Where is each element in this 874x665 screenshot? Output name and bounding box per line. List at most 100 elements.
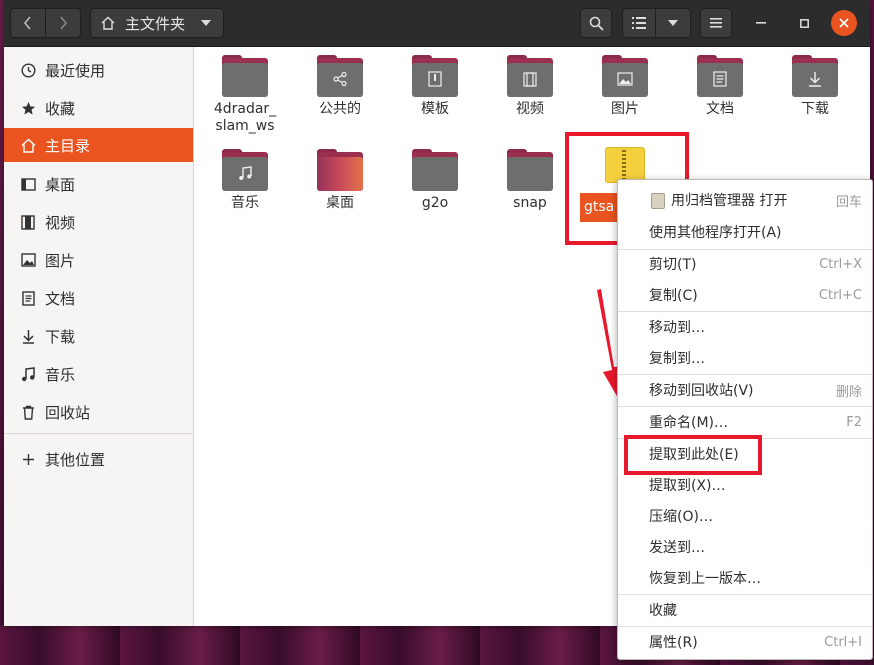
- menu-item-label: 移动到…: [649, 320, 705, 336]
- menu-item-accel: Ctrl+I: [824, 634, 862, 650]
- file-name: 模板: [421, 101, 449, 117]
- search-icon: [589, 16, 604, 31]
- view-options-button[interactable]: [655, 8, 691, 38]
- close-button[interactable]: [831, 10, 857, 36]
- folder-document-icon: [697, 55, 743, 97]
- menu-item-restore-previous-version[interactable]: 恢复到上一版本…: [618, 563, 872, 593]
- back-button[interactable]: [10, 8, 46, 38]
- sidebar-item-label: 桌面: [45, 175, 76, 194]
- sidebar-item-trash[interactable]: 回收站: [4, 395, 193, 429]
- star-icon: [20, 100, 36, 116]
- sidebar-item-label: 图片: [45, 251, 76, 270]
- file-name: 4dradar_ slam_ws: [213, 101, 277, 134]
- sidebar-item-label: 收藏: [45, 99, 76, 118]
- menu-item-label: 使用其他程序打开(A): [649, 225, 782, 241]
- chevron-left-icon: [23, 16, 31, 30]
- file-item[interactable]: 公共的: [295, 55, 385, 118]
- file-name: 音乐: [231, 195, 259, 211]
- sidebar: 最近使用 收藏 主目录 桌面 视频 图片 文档 下载 音乐 回收站 其他位置: [4, 47, 194, 626]
- menu-item-compress[interactable]: 压缩(O)…: [618, 501, 872, 531]
- path-bar-home[interactable]: 主文件夹: [90, 8, 224, 38]
- sidebar-item-downloads[interactable]: 下载: [4, 319, 193, 353]
- home-icon: [20, 137, 36, 153]
- menu-item-label: 收藏: [649, 603, 677, 619]
- archive-manager-icon: [651, 193, 665, 209]
- folder-image-icon: [602, 55, 648, 97]
- menu-item-accel: F2: [846, 414, 862, 430]
- sidebar-item-other-locations[interactable]: 其他位置: [4, 442, 193, 476]
- file-name: g2o: [421, 195, 449, 211]
- sidebar-item-label: 文档: [45, 289, 76, 308]
- file-item[interactable]: g2o: [390, 149, 480, 212]
- menu-item-accel: Ctrl+X: [819, 256, 862, 272]
- menu-item-properties[interactable]: 属性(R) Ctrl+I: [618, 627, 872, 657]
- sidebar-item-home[interactable]: 主目录: [4, 128, 193, 162]
- menu-item-rename[interactable]: 重命名(M)… F2: [618, 407, 872, 437]
- search-button[interactable]: [580, 8, 612, 38]
- sidebar-item-label: 音乐: [45, 365, 76, 384]
- forward-button[interactable]: [45, 8, 81, 38]
- view-list-button[interactable]: [622, 8, 656, 38]
- sidebar-item-starred[interactable]: 收藏: [4, 91, 193, 125]
- image-icon: [20, 252, 36, 268]
- file-item[interactable]: 文档: [675, 55, 765, 118]
- file-item[interactable]: 音乐: [200, 149, 290, 212]
- hamburger-icon: [710, 18, 722, 28]
- desktop-icon: [20, 176, 36, 192]
- file-item[interactable]: snap: [485, 149, 575, 212]
- sidebar-item-pictures[interactable]: 图片: [4, 243, 193, 277]
- sidebar-item-recent[interactable]: 最近使用: [4, 53, 193, 87]
- file-name: 桌面: [326, 195, 354, 211]
- file-item[interactable]: 模板: [390, 55, 480, 118]
- folder-share-icon: [317, 55, 363, 97]
- menu-item-send-to[interactable]: 发送到…: [618, 532, 872, 562]
- file-item[interactable]: 下载: [770, 55, 860, 118]
- menu-button[interactable]: [700, 8, 732, 38]
- context-menu: 用归档管理器 打开 回车 使用其他程序打开(A) 剪切(T) Ctrl+X 复制…: [617, 179, 873, 660]
- file-item[interactable]: 图片: [580, 55, 670, 118]
- trash-icon: [20, 404, 36, 420]
- folder-desktop-icon: [317, 149, 363, 191]
- menu-item-star[interactable]: 收藏: [618, 595, 872, 625]
- sidebar-item-videos[interactable]: 视频: [4, 205, 193, 239]
- menu-item-label: 提取到(X)…: [649, 478, 726, 494]
- file-name: 下载: [801, 101, 829, 117]
- menu-item-open-with-other[interactable]: 使用其他程序打开(A): [618, 217, 872, 247]
- caret-down-icon: [201, 20, 212, 26]
- sidebar-item-label: 下载: [45, 327, 76, 346]
- sidebar-item-desktop[interactable]: 桌面: [4, 167, 193, 201]
- file-name: 视频: [516, 101, 544, 117]
- file-item[interactable]: 桌面: [295, 149, 385, 212]
- menu-item-open-with-archive-manager[interactable]: 用归档管理器 打开 回车: [618, 185, 872, 215]
- sidebar-item-music[interactable]: 音乐: [4, 357, 193, 391]
- sidebar-item-label: 视频: [45, 213, 76, 232]
- menu-item-accel: 删除: [835, 384, 862, 400]
- music-icon: [20, 366, 36, 382]
- menu-item-label: 压缩(O)…: [649, 509, 713, 525]
- folder-icon: [412, 149, 458, 191]
- folder-icon: [222, 55, 268, 97]
- menu-item-label: 移动到回收站(V): [649, 383, 754, 399]
- file-item[interactable]: 4dradar_ slam_ws: [200, 55, 290, 135]
- menu-item-copy[interactable]: 复制(C) Ctrl+C: [618, 280, 872, 310]
- sidebar-item-label: 回收站: [45, 403, 91, 422]
- sidebar-divider: [4, 433, 193, 434]
- file-item[interactable]: 视频: [485, 55, 575, 118]
- folder-music-icon: [222, 149, 268, 191]
- menu-item-move-to[interactable]: 移动到…: [618, 312, 872, 342]
- menu-item-move-to-trash[interactable]: 移动到回收站(V) 删除: [618, 375, 872, 405]
- sidebar-item-documents[interactable]: 文档: [4, 281, 193, 315]
- close-icon: [839, 18, 849, 28]
- file-name: 图片: [611, 101, 639, 117]
- maximize-button[interactable]: [791, 10, 817, 36]
- menu-item-label: 用归档管理器 打开: [671, 193, 788, 209]
- minimize-button[interactable]: [748, 10, 774, 36]
- menu-item-label: 属性(R): [649, 635, 698, 651]
- menu-item-label: 复制到…: [649, 351, 705, 367]
- menu-item-cut[interactable]: 剪切(T) Ctrl+X: [618, 249, 872, 279]
- menu-item-copy-to[interactable]: 复制到…: [618, 343, 872, 373]
- caret-down-icon: [668, 20, 678, 26]
- folder-download-icon: [792, 55, 838, 97]
- folder-icon: [507, 149, 553, 191]
- menu-item-accel: 回车: [835, 194, 862, 210]
